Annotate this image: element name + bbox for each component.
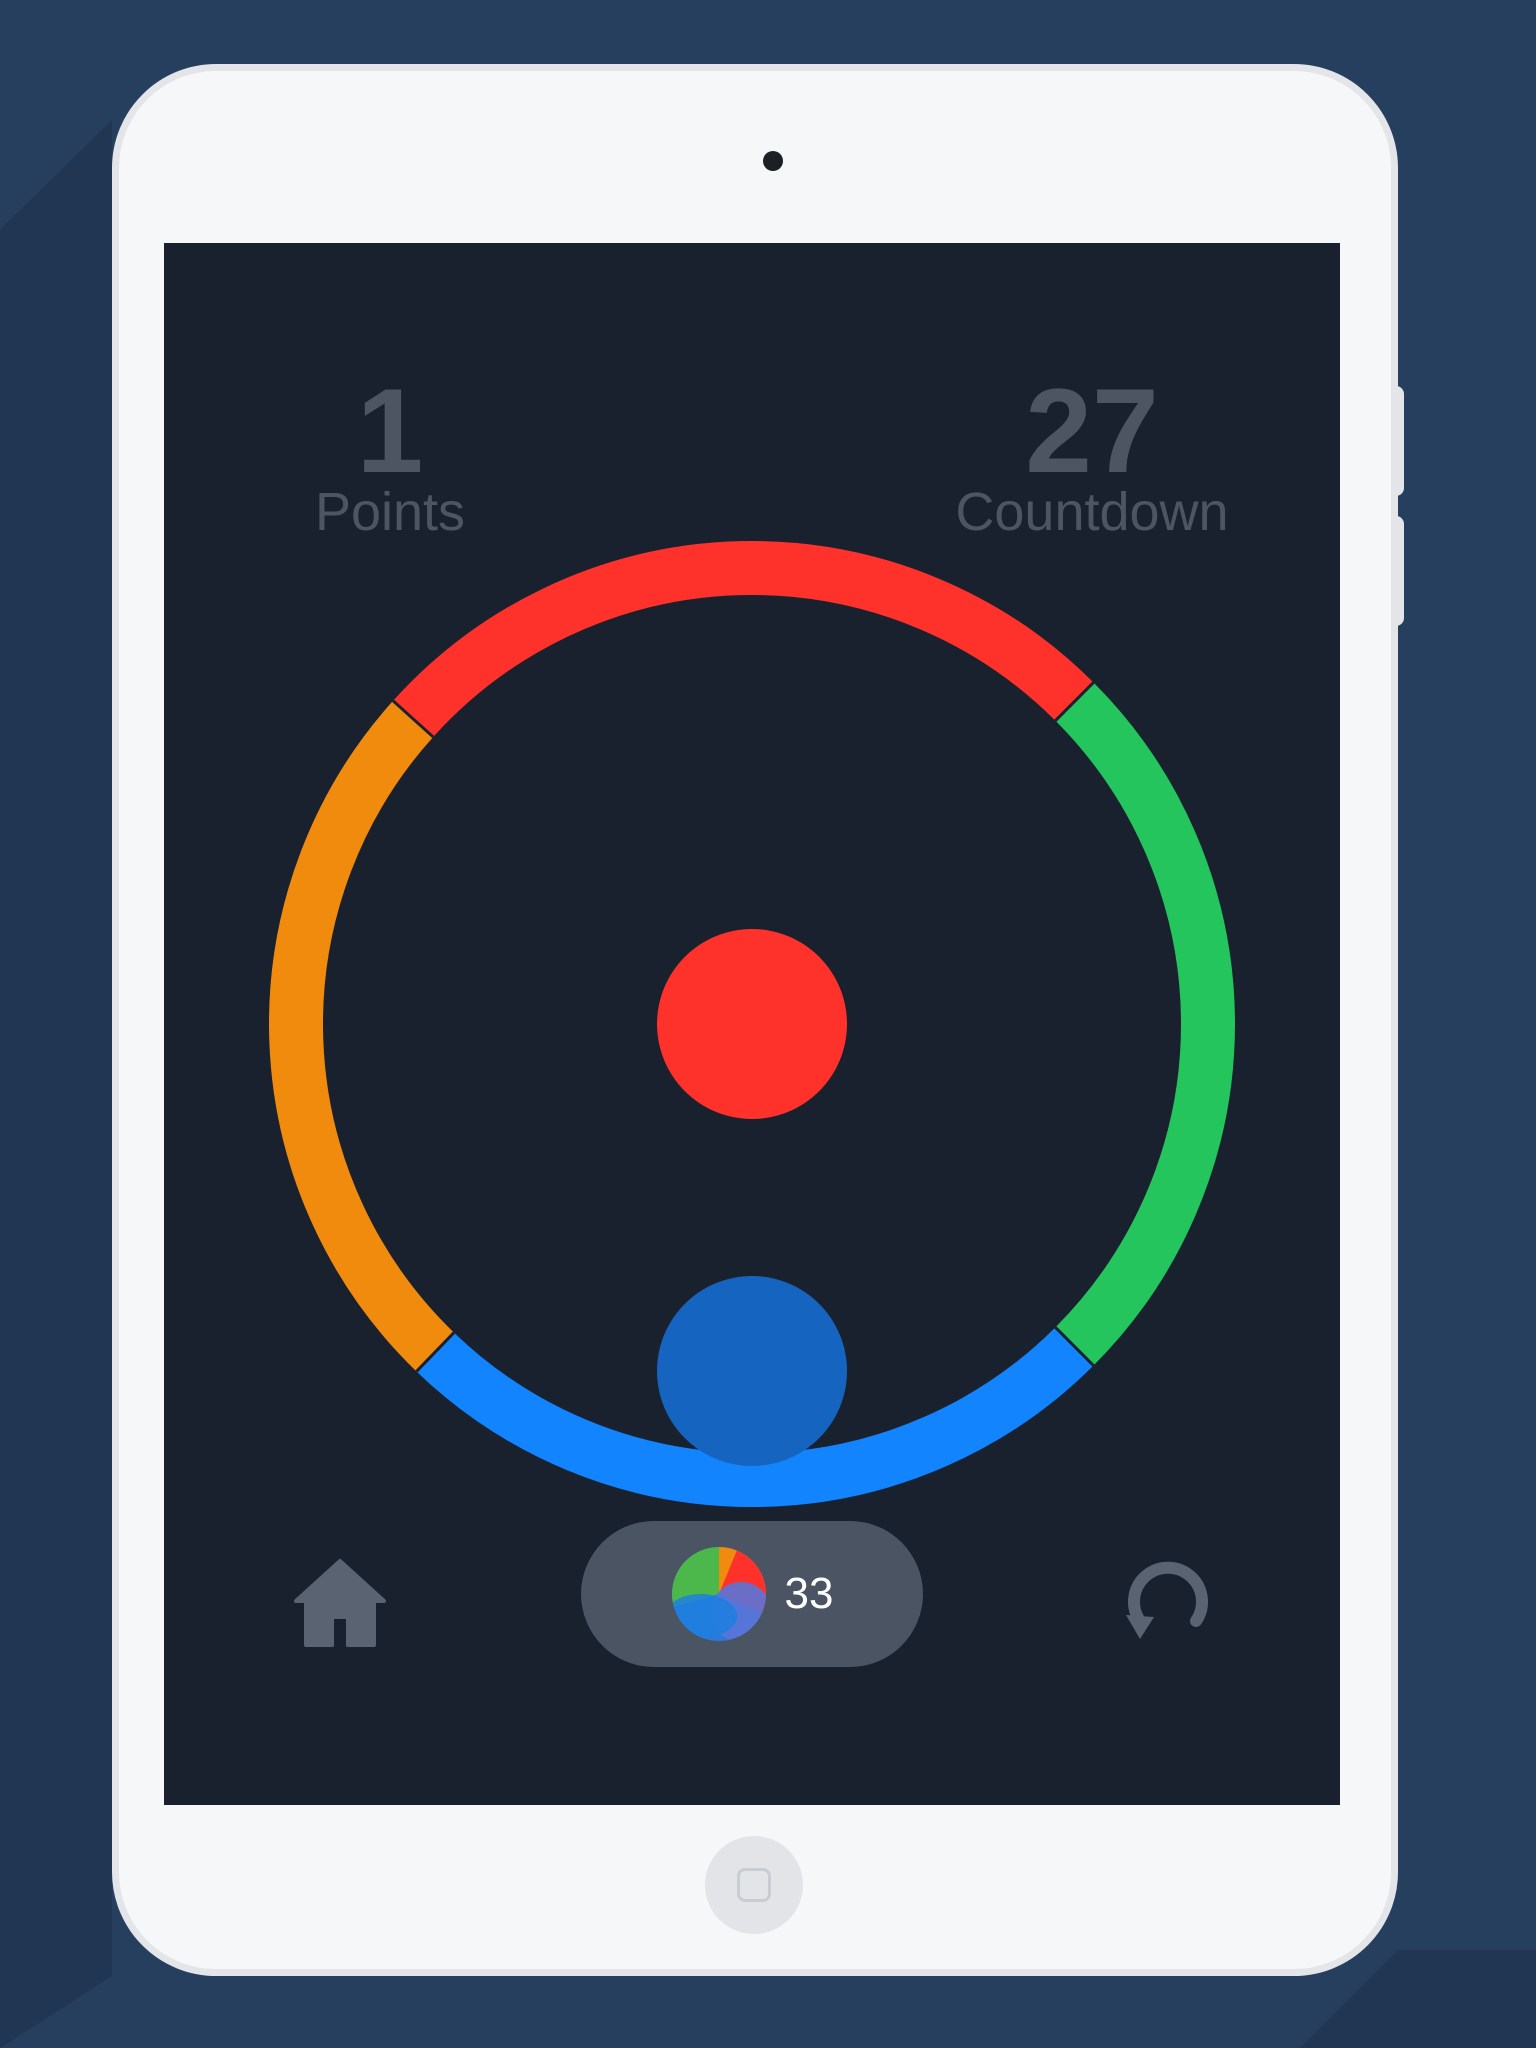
- orange-segment: [269, 700, 455, 1372]
- home-button[interactable]: [290, 1553, 390, 1653]
- front-camera: [763, 151, 783, 171]
- target-ball: [657, 929, 847, 1119]
- restart-icon: [1126, 1561, 1208, 1639]
- coins-count: 33: [784, 1569, 834, 1618]
- coins-badge[interactable]: 33: [581, 1521, 923, 1667]
- red-segment: [393, 541, 1094, 737]
- player-ball[interactable]: [657, 1276, 847, 1466]
- color-ball-icon: [671, 1547, 766, 1641]
- hardware-home-button: [705, 1836, 803, 1934]
- green-segment: [1055, 682, 1235, 1366]
- game-screen[interactable]: 1 Points 27 Countdown 33: [164, 243, 1340, 1805]
- home-icon: [294, 1559, 386, 1647]
- restart-button[interactable]: [1116, 1553, 1216, 1653]
